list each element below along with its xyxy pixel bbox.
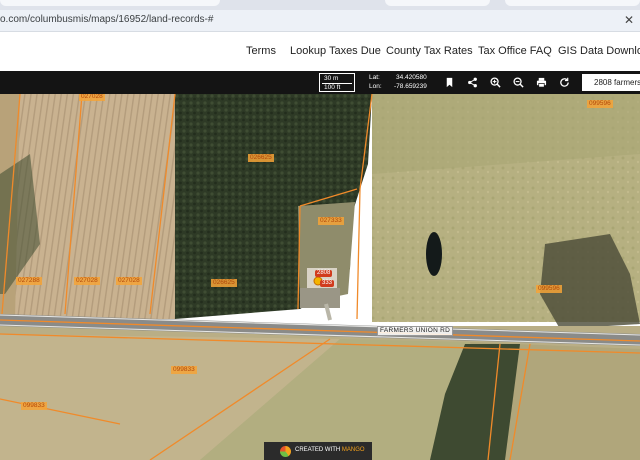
zoom-in-icon bbox=[489, 77, 501, 88]
lat-value: 34.420580 bbox=[396, 74, 427, 81]
browser-tab[interactable] bbox=[385, 0, 490, 6]
print-button[interactable] bbox=[530, 71, 552, 94]
parcel-label[interactable]: 099596 bbox=[536, 285, 562, 293]
nav-link-county-tax-rates[interactable]: County Tax Rates bbox=[386, 45, 473, 57]
parcel-label[interactable]: 027288 bbox=[16, 277, 42, 285]
parcel-label[interactable]: 027028 bbox=[116, 277, 142, 285]
browser-tab[interactable] bbox=[505, 0, 640, 6]
share-icon bbox=[467, 77, 477, 88]
parcel-label[interactable]: 026625 bbox=[211, 279, 237, 287]
bookmark-button[interactable] bbox=[438, 71, 460, 94]
map-toolbar: 30 m 100 ft Lat: 34.420580 Lon: -78.6592… bbox=[0, 71, 640, 94]
browser-tab-strip bbox=[0, 0, 640, 10]
close-icon[interactable]: ✕ bbox=[624, 13, 634, 27]
bookmark-icon bbox=[446, 77, 452, 88]
parcel-label[interactable]: 027028 bbox=[79, 94, 105, 101]
url-text[interactable]: o.com/columbusmis/maps/16952/land-record… bbox=[0, 14, 213, 25]
address-search-input[interactable] bbox=[582, 74, 640, 91]
lat-label: Lat: bbox=[369, 74, 380, 81]
road-label: FARMERS UNION RD bbox=[377, 326, 454, 336]
refresh-button[interactable] bbox=[553, 71, 575, 94]
zoom-out-icon bbox=[512, 77, 524, 88]
parcel-label[interactable]: 099596 bbox=[587, 100, 613, 108]
zoom-in-button[interactable] bbox=[484, 71, 506, 94]
property-marker-label[interactable]: 2808 bbox=[315, 270, 333, 277]
browser-tab[interactable] bbox=[0, 0, 220, 6]
print-icon bbox=[536, 77, 546, 88]
parcel-label[interactable]: 027028 bbox=[74, 277, 100, 285]
lon-value: -78.659239 bbox=[394, 83, 427, 90]
mango-logo-icon bbox=[280, 446, 291, 457]
parcel-label[interactable]: 099833 bbox=[171, 366, 197, 374]
mango-credit-text: CREATED WITH MANGO bbox=[295, 447, 365, 453]
address-bar[interactable]: o.com/columbusmis/maps/16952/land-record… bbox=[0, 10, 640, 32]
nav-link-tax-office-faq[interactable]: Tax Office FAQ bbox=[478, 45, 552, 57]
refresh-icon bbox=[559, 77, 569, 87]
parcel-label[interactable]: 027333 bbox=[318, 217, 344, 225]
parcel-label[interactable]: 099833 bbox=[21, 402, 47, 410]
zoom-out-button[interactable] bbox=[507, 71, 529, 94]
scale-feet: 100 ft bbox=[324, 84, 341, 91]
scale-meters: 30 m bbox=[324, 75, 339, 82]
site-navbar: Terms Lookup Taxes Due County Tax Rates … bbox=[0, 32, 640, 71]
share-button[interactable] bbox=[461, 71, 483, 94]
nav-link-terms[interactable]: Terms bbox=[246, 45, 276, 57]
aerial-map[interactable]: 027028 026625 099596 027333 027288 02702… bbox=[0, 94, 640, 460]
property-marker-label[interactable]: 333 bbox=[320, 280, 335, 287]
lon-label: Lon: bbox=[369, 83, 382, 90]
nav-link-lookup-taxes-due[interactable]: Lookup Taxes Due bbox=[290, 45, 381, 57]
parcel-label[interactable]: 026625 bbox=[248, 154, 274, 162]
created-with-mango-badge[interactable]: CREATED WITH MANGO bbox=[264, 442, 372, 460]
scale-bar: 30 m 100 ft bbox=[319, 73, 355, 92]
nav-link-gis-data-download[interactable]: GIS Data Download bbox=[558, 45, 640, 57]
